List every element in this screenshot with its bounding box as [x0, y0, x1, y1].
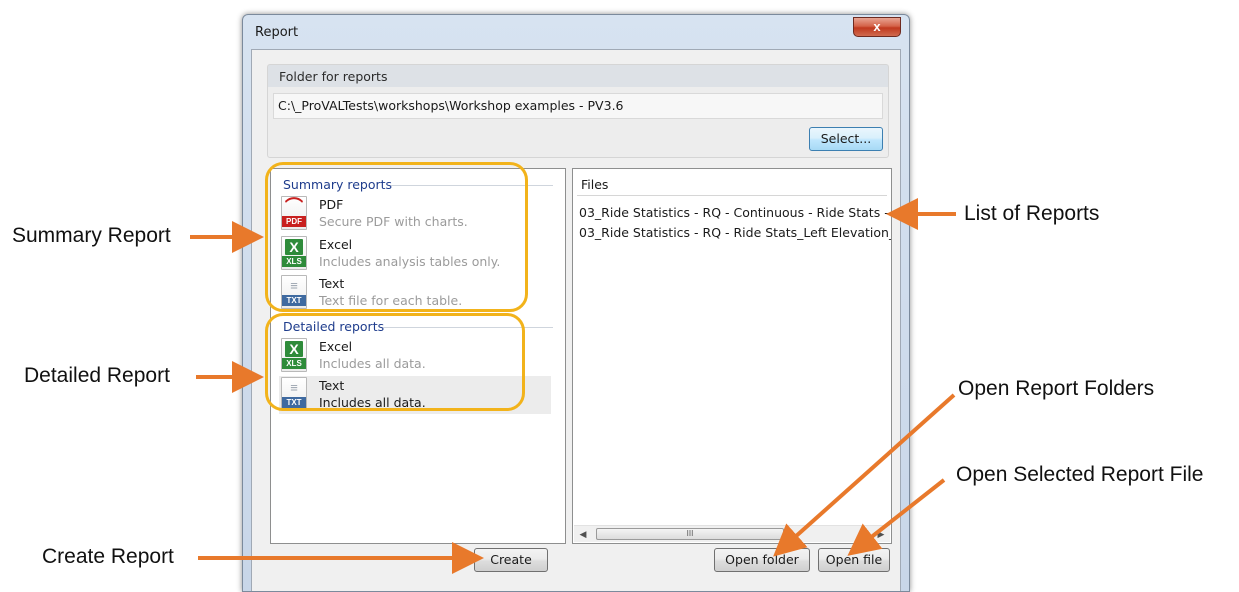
summary-divider	[391, 185, 553, 186]
window-title: Report	[255, 25, 299, 40]
files-list-panel: Files 03_Ride Statistics - RQ - Continuo…	[572, 168, 892, 544]
summary-text-item[interactable]: ≡ TXT Text Text file for each table.	[279, 274, 551, 312]
title-bar[interactable]: Report x	[243, 15, 909, 49]
close-icon: x	[873, 19, 881, 34]
folder-label: Folder for reports	[279, 69, 388, 84]
horizontal-scrollbar[interactable]: ◀ III ▶	[574, 525, 890, 542]
item-description: Text file for each table.	[319, 293, 463, 308]
open-report-folders-callout: Open Report Folders	[958, 377, 1155, 400]
summary-excel-item[interactable]: X XLS Excel Includes analysis tables onl…	[279, 235, 551, 273]
create-report-callout: Create Report	[42, 545, 174, 568]
detailed-divider	[383, 327, 553, 328]
text-file-icon: ≡ TXT	[281, 275, 307, 309]
item-description: Includes all data.	[319, 395, 426, 410]
close-button[interactable]: x	[853, 17, 901, 37]
detailed-reports-header: Detailed reports	[283, 319, 389, 334]
item-title: PDF	[319, 197, 344, 212]
files-divider	[577, 195, 887, 196]
folder-group: Folder for reports C:\_ProVALTests\works…	[267, 64, 889, 158]
summary-reports-header: Summary reports	[283, 177, 397, 192]
item-title: Text	[319, 276, 345, 291]
detailed-report-callout: Detailed Report	[24, 364, 170, 387]
open-file-button[interactable]: Open file	[818, 548, 890, 572]
scroll-left-icon[interactable]: ◀	[577, 528, 589, 540]
summary-pdf-item[interactable]: ⌒ PDF PDF Secure PDF with charts.	[279, 195, 551, 233]
scroll-thumb[interactable]: III	[596, 528, 784, 540]
excel-file-icon: X XLS	[281, 338, 307, 372]
file-row[interactable]: 03_Ride Statistics - RQ - Continuous - R…	[579, 205, 891, 220]
select-folder-button[interactable]: Select...	[809, 127, 883, 151]
pdf-file-icon: ⌒ PDF	[281, 196, 307, 230]
text-file-icon: ≡ TXT	[281, 377, 307, 411]
detailed-text-item[interactable]: ≡ TXT Text Includes all data.	[279, 376, 551, 414]
item-title: Excel	[319, 237, 353, 252]
folder-path-field[interactable]: C:\_ProVALTests\workshops\Workshop examp…	[273, 93, 883, 119]
summary-report-callout: Summary Report	[12, 224, 171, 247]
open-selected-file-callout: Open Selected Report File	[956, 463, 1204, 486]
item-description: Includes all data.	[319, 356, 426, 371]
scroll-right-icon[interactable]: ▶	[875, 528, 887, 540]
file-row[interactable]: 03_Ride Statistics - RQ - Ride Stats_Lef…	[579, 225, 891, 240]
item-description: Includes analysis tables only.	[319, 254, 501, 269]
files-header: Files	[581, 177, 609, 192]
item-description: Secure PDF with charts.	[319, 214, 468, 229]
report-dialog: Report x Folder for reports C:\_ProVALTe…	[242, 14, 910, 592]
dialog-body: Folder for reports C:\_ProVALTests\works…	[251, 49, 901, 591]
detailed-excel-item[interactable]: X XLS Excel Includes all data.	[279, 337, 551, 375]
item-title: Text	[319, 378, 345, 393]
item-title: Excel	[319, 339, 353, 354]
report-type-panel: Summary reports ⌒ PDF PDF Secure PDF wit…	[270, 168, 566, 544]
create-button[interactable]: Create	[474, 548, 548, 572]
excel-file-icon: X XLS	[281, 236, 307, 270]
open-folder-button[interactable]: Open folder	[714, 548, 810, 572]
list-of-reports-callout: List of Reports	[964, 202, 1100, 225]
